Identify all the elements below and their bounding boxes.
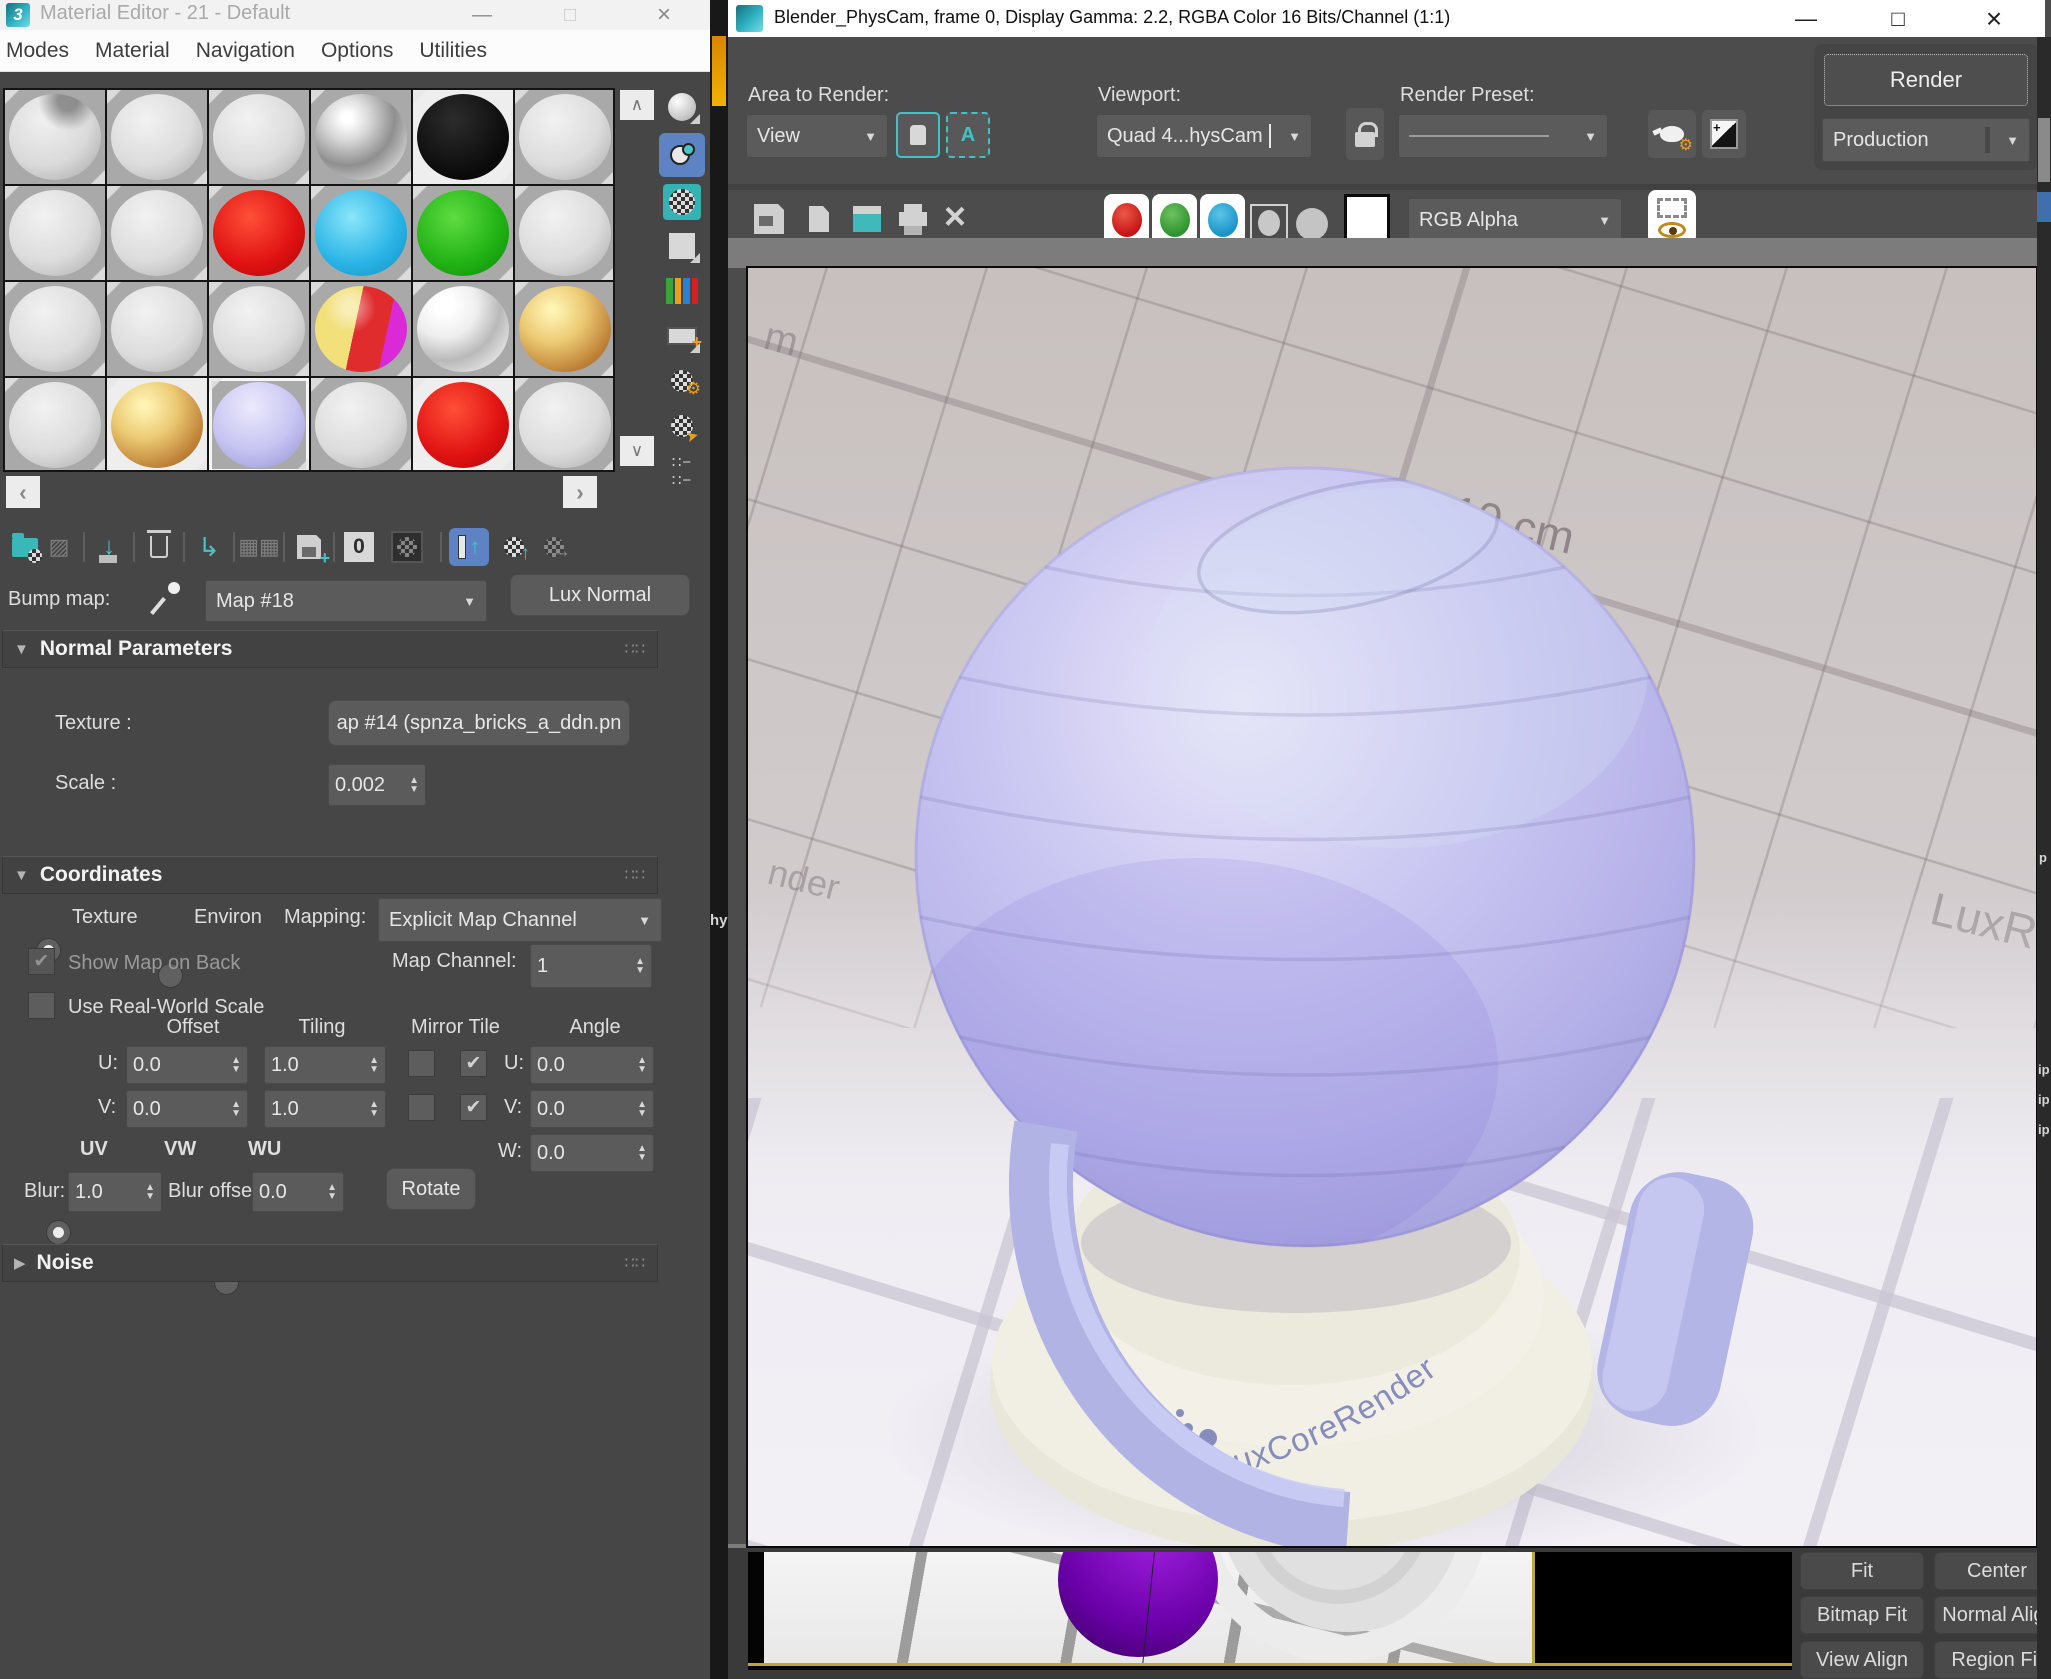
render-scene: m LuxRender 10 cm LuxR nder <box>748 268 2042 1568</box>
selection-fragment <box>2037 192 2051 222</box>
view-align-button[interactable]: View Align <box>1800 1641 1924 1679</box>
fit-button[interactable]: Fit <box>1800 1552 1924 1590</box>
lock-viewport-button[interactable] <box>1346 108 1384 160</box>
toolbar-divider <box>728 184 2051 190</box>
background-right-edge: p ip ip ip <box>2037 37 2051 1679</box>
minimize-button[interactable]: — <box>1786 4 1826 34</box>
save-image-icon[interactable] <box>748 196 790 242</box>
render-frame-window: Blender_PhysCam, frame 0, Display Gamma:… <box>0 0 2051 1679</box>
auto-region-icon[interactable]: A <box>946 112 990 158</box>
dd-divider <box>1985 127 1991 153</box>
exposure-control-icon[interactable]: + <box>1702 110 1746 158</box>
frame-margin <box>728 238 2037 268</box>
edit-region-icon[interactable] <box>896 112 940 158</box>
material-sphere-preview <box>213 382 305 468</box>
copy-image-icon[interactable] <box>798 196 840 242</box>
viewport-black-area <box>1535 1552 1792 1666</box>
material-sample-slot[interactable] <box>209 378 309 470</box>
overlay-toggle-icon[interactable] <box>1648 190 1696 244</box>
preset-separator-line <box>1409 135 1549 137</box>
print-image-icon[interactable] <box>892 196 934 242</box>
maximize-button[interactable]: □ <box>1878 4 1918 34</box>
alpha-channel-button[interactable] <box>1296 208 1328 240</box>
rendered-image: m LuxRender 10 cm LuxR nder <box>746 266 2042 1568</box>
render-preset-dropdown[interactable]: ▼ <box>1398 114 1608 158</box>
region-fit-button[interactable]: Region Fit <box>1934 1641 2051 1679</box>
render-button[interactable]: Render <box>1824 54 2028 106</box>
area-to-render-dropdown[interactable]: View ▼ <box>746 114 888 158</box>
scrollbar-fragment[interactable] <box>2038 118 2050 182</box>
flip-label-fragment: ip <box>2038 1062 2050 1077</box>
channel-display-value: RGB Alpha <box>1419 208 1518 231</box>
viewport-label: Viewport: <box>1098 84 1182 106</box>
text-cursor <box>1268 124 1271 148</box>
render-setup-icon[interactable]: ⚙ <box>1648 110 1696 158</box>
channel-display-dropdown[interactable]: RGB Alpha ▼ <box>1408 198 1622 242</box>
render-type-value: Production <box>1833 128 1929 151</box>
monochrome-channel-button[interactable] <box>1250 204 1288 242</box>
clone-rendered-frame-icon[interactable] <box>846 196 888 242</box>
background-viewport-strip <box>748 1552 1792 1670</box>
lock-icon <box>1355 121 1378 147</box>
render-preset-label: Render Preset: <box>1400 84 1535 106</box>
normal-align-button[interactable]: Normal Align <box>1934 1596 2051 1634</box>
clear-image-icon[interactable]: × <box>934 192 976 242</box>
text-fragment: p <box>2039 850 2047 865</box>
area-to-render-value: View <box>757 124 800 147</box>
viewport-value: Quad 4...hysCam <box>1107 124 1263 147</box>
close-button[interactable]: × <box>1972 3 2016 34</box>
bitmap-fit-button[interactable]: Bitmap Fit <box>1800 1596 1924 1634</box>
screen: hy 3 Material Editor - 21 - Default — □ … <box>0 0 2051 1679</box>
render-window-title: Blender_PhysCam, frame 0, Display Gamma:… <box>774 7 1451 27</box>
3dsmax-icon <box>736 5 763 32</box>
center-button[interactable]: Center <box>1934 1552 2051 1590</box>
render-type-dropdown[interactable]: Production ▼ <box>1822 118 2030 162</box>
flip-label-fragment: ip <box>2038 1122 2050 1137</box>
area-to-render-label: Area to Render: <box>748 84 890 106</box>
flip-label-fragment: ip <box>2038 1092 2050 1107</box>
viewport-dropdown[interactable]: Quad 4...hysCam ▼ <box>1096 114 1312 158</box>
viewport-bottom-border <box>748 1663 1792 1666</box>
